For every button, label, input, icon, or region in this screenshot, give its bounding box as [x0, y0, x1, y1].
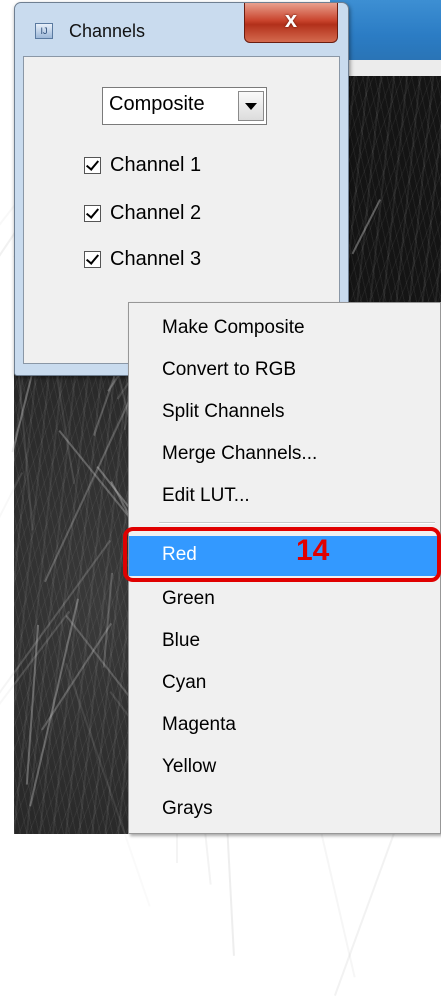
menu-item-magenta[interactable]: Magenta: [129, 706, 440, 746]
image-fiber: [0, 540, 112, 748]
image-fiber: [41, 623, 112, 731]
image-fiber: [351, 199, 381, 255]
menu-item-label: Cyan: [162, 672, 207, 693]
menu-item-label: Magenta: [162, 714, 236, 735]
menu-item-convert-to-rgb[interactable]: Convert to RGB: [129, 351, 440, 391]
annotation-step-number: 14: [296, 534, 330, 567]
menu-item-label: Green: [162, 588, 215, 609]
mode-select[interactable]: Composite: [102, 87, 267, 125]
channel-2-checkbox[interactable]: [84, 205, 101, 222]
menu-item-blue[interactable]: Blue: [129, 622, 440, 662]
menu-item-cyan[interactable]: Cyan: [129, 664, 440, 704]
channel-3-checkbox[interactable]: [84, 251, 101, 268]
image-fiber: [0, 611, 70, 763]
annotation-highlight-box: [123, 527, 441, 582]
menu-item-yellow[interactable]: Yellow: [129, 748, 440, 788]
menu-item-label: Yellow: [162, 756, 217, 777]
channel-1-checkbox[interactable]: [84, 157, 101, 174]
channel-3-label: Channel 3: [110, 248, 202, 270]
menu-item-label: Convert to RGB: [162, 359, 297, 380]
imagej-app-icon: IJ: [35, 23, 53, 39]
channel-2-label: Channel 2: [110, 202, 202, 224]
channel-1-label: Channel 1: [110, 154, 202, 176]
mode-select-value: Composite: [109, 93, 205, 115]
menu-item-merge-channels[interactable]: Merge Channels...: [129, 435, 440, 475]
menu-item-label: Split Channels: [162, 401, 285, 422]
image-fiber: [103, 572, 113, 668]
menu-item-green[interactable]: Green: [129, 580, 440, 620]
menu-item-label: Edit LUT...: [162, 485, 250, 506]
menu-item-label: Grays: [162, 798, 213, 819]
chevron-down-icon[interactable]: [238, 91, 264, 121]
menu-item-grays[interactable]: Grays: [129, 790, 440, 830]
image-fiber: [0, 472, 23, 690]
menu-item-edit-lut[interactable]: Edit LUT...: [129, 477, 440, 517]
menu-separator: [159, 522, 435, 524]
dialog-title: Channels: [69, 21, 146, 41]
menu-item-split-channels[interactable]: Split Channels: [129, 393, 440, 433]
image-fiber: [26, 624, 39, 785]
close-button[interactable]: x: [244, 3, 338, 43]
menu-item-make-composite[interactable]: Make Composite: [129, 309, 440, 349]
menu-item-label: Make Composite: [162, 317, 305, 338]
menu-item-label: Merge Channels...: [162, 443, 318, 464]
menu-item-label: Blue: [162, 630, 201, 651]
image-window-toolbar-strip: [340, 60, 441, 76]
